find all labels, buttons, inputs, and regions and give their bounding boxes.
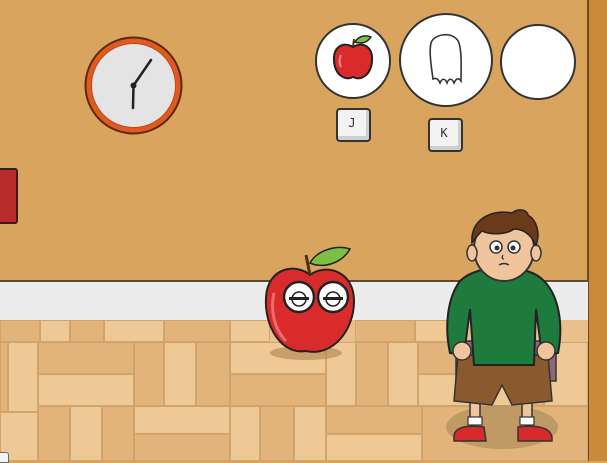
apple-icon: [332, 35, 374, 80]
inventory-slot-2[interactable]: [399, 13, 493, 107]
wall-outlet: [0, 168, 18, 224]
wall-clock[interactable]: [83, 35, 184, 136]
clock-hour-hand: [131, 84, 135, 110]
ghost-icon: [429, 33, 462, 86]
wall-edge: [587, 0, 607, 461]
key-hint-k: K: [428, 118, 463, 152]
game-scene: J K: [0, 0, 607, 463]
inventory-slot-3[interactable]: [500, 24, 576, 100]
inventory-slot-1[interactable]: [315, 23, 391, 99]
boy-character[interactable]: [440, 205, 570, 455]
key-hint-j: J: [336, 108, 371, 142]
corner-menu-button[interactable]: [0, 452, 9, 463]
apple-character[interactable]: [262, 245, 358, 365]
